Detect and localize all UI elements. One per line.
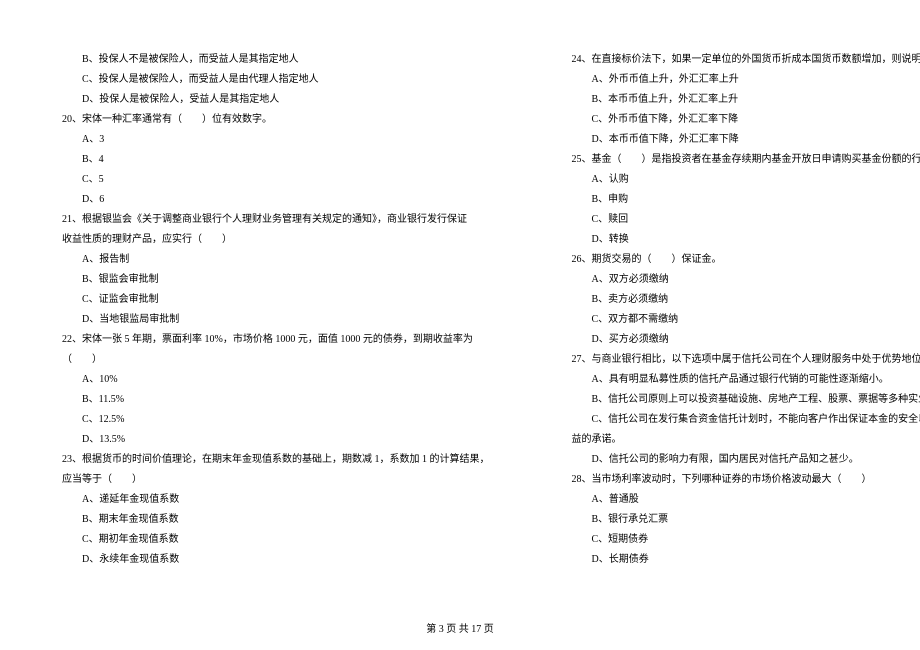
text-line: B、卖方必须缴纳 — [550, 290, 920, 310]
text-line: C、5 — [40, 170, 490, 190]
text-line: D、长期债券 — [550, 550, 920, 570]
text-line: D、转换 — [550, 230, 920, 250]
document-content: B、投保人不是被保险人，而受益人是其指定地人C、投保人是被保险人，而受益人是由代… — [40, 50, 880, 570]
text-line: C、短期债券 — [550, 530, 920, 550]
text-line: D、永续年金现值系数 — [40, 550, 490, 570]
text-line: A、递延年金现值系数 — [40, 490, 490, 510]
text-line: 26、期货交易的（ ）保证金。 — [550, 250, 920, 270]
text-line: B、信托公司原则上可以投资基础设施、房地产工程、股票、票据等多种实业和金融资产。 — [550, 390, 920, 410]
text-line: B、11.5% — [40, 390, 490, 410]
text-line: 23、根据货币的时间价值理论，在期末年金现值系数的基础上，期数减 1，系数加 1… — [40, 450, 490, 470]
text-line: D、本币币值下降，外汇汇率下降 — [550, 130, 920, 150]
text-line: C、12.5% — [40, 410, 490, 430]
text-line: C、双方都不需缴纳 — [550, 310, 920, 330]
text-line: A、普通股 — [550, 490, 920, 510]
text-line: 25、基金（ ）是指投资者在基金存续期内基金开放日申请购买基金份额的行为。 — [550, 150, 920, 170]
text-line: C、信托公司在发行集合资金信托计划时，不能向客户作出保证本金的安全以及保证预期收 — [550, 410, 920, 430]
right-column: 24、在直接标价法下，如果一定单位的外国货币折成本国货币数额增加，则说明（ ）A… — [550, 50, 920, 570]
text-line: D、投保人是被保险人，受益人是其指定地人 — [40, 90, 490, 110]
text-line: B、银监会审批制 — [40, 270, 490, 290]
text-line: B、银行承兑汇票 — [550, 510, 920, 530]
text-line: A、10% — [40, 370, 490, 390]
text-line: D、6 — [40, 190, 490, 210]
text-line: C、证监会审批制 — [40, 290, 490, 310]
text-line: C、期初年金现值系数 — [40, 530, 490, 550]
text-line: 28、当市场利率波动时，下列哪种证券的市场价格波动最大（ ） — [550, 470, 920, 490]
text-line: B、投保人不是被保险人，而受益人是其指定地人 — [40, 50, 490, 70]
page-footer: 第 3 页 共 17 页 — [0, 620, 920, 635]
left-column: B、投保人不是被保险人，而受益人是其指定地人C、投保人是被保险人，而受益人是由代… — [40, 50, 490, 570]
text-line: D、当地银监局审批制 — [40, 310, 490, 330]
text-line: A、具有明显私募性质的信托产品通过银行代销的可能性逐渐缩小。 — [550, 370, 920, 390]
text-line: B、本币币值上升，外汇汇率上升 — [550, 90, 920, 110]
text-line: D、13.5% — [40, 430, 490, 450]
text-line: 24、在直接标价法下，如果一定单位的外国货币折成本国货币数额增加，则说明（ ） — [550, 50, 920, 70]
text-line: 收益性质的理财产品，应实行（ ） — [40, 230, 490, 250]
text-line: 21、根据银监会《关于调整商业银行个人理财业务管理有关规定的通知》，商业银行发行… — [40, 210, 490, 230]
text-line: 22、宋体一张 5 年期，票面利率 10%，市场价格 1000 元，面值 100… — [40, 330, 490, 350]
text-line: 应当等于（ ） — [40, 470, 490, 490]
text-line: A、3 — [40, 130, 490, 150]
text-line: B、期末年金现值系数 — [40, 510, 490, 530]
text-line: C、赎回 — [550, 210, 920, 230]
text-line: D、信托公司的影响力有限，国内居民对信托产品知之甚少。 — [550, 450, 920, 470]
text-line: （ ） — [40, 350, 490, 370]
text-line: A、外币币值上升，外汇汇率上升 — [550, 70, 920, 90]
text-line: 益的承诺。 — [550, 430, 920, 450]
text-line: A、报告制 — [40, 250, 490, 270]
text-line: A、双方必须缴纳 — [550, 270, 920, 290]
text-line: B、申购 — [550, 190, 920, 210]
text-line: A、认购 — [550, 170, 920, 190]
text-line: 20、宋体一种汇率通常有（ ）位有效数字。 — [40, 110, 490, 130]
text-line: D、买方必须缴纳 — [550, 330, 920, 350]
text-line: B、4 — [40, 150, 490, 170]
text-line: C、外币币值下降，外汇汇率下降 — [550, 110, 920, 130]
text-line: C、投保人是被保险人，而受益人是由代理人指定地人 — [40, 70, 490, 90]
text-line: 27、与商业银行相比，以下选项中属于信托公司在个人理财服务中处于优势地位的是（ … — [550, 350, 920, 370]
